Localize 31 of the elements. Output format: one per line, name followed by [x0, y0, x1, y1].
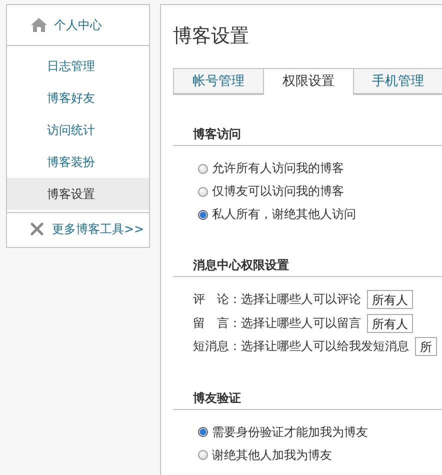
radio-label: 需要身份验证才能加我为博友: [212, 424, 368, 440]
sidebar-item[interactable]: 博客装扮: [7, 146, 149, 178]
home-icon: [30, 17, 48, 33]
section-title: 消息中心权限设置: [173, 257, 442, 277]
setting-label: 评 论：选择让哪些人可以评论: [193, 291, 361, 308]
tab[interactable]: 帐号管理: [173, 68, 263, 94]
section-title: 博客访问: [173, 126, 442, 146]
select-field[interactable]: 所有人: [367, 314, 413, 333]
radio-label: 允许所有人访问我的博客: [212, 160, 344, 177]
select-field[interactable]: 所: [415, 337, 437, 356]
radio-button[interactable]: [198, 450, 208, 460]
setting-label: 留 言：选择让哪些人可以留言: [193, 314, 361, 332]
radio-button[interactable]: [198, 164, 208, 174]
radio-label: 谢绝其他人加我为博友: [212, 446, 332, 464]
tab[interactable]: 权限设置: [263, 68, 353, 95]
radio-label: 私人所有，谢绝其他人访问: [212, 206, 356, 223]
radio-label: 仅博友可以访问我的博客: [212, 183, 344, 200]
page-title: 博客设置: [173, 24, 250, 49]
select-field[interactable]: 所有人: [367, 290, 413, 310]
radio-button[interactable]: [198, 210, 208, 220]
setting-label: 短消息：选择让哪些人可以给我发短消息: [193, 338, 409, 356]
sidebar-header-link[interactable]: 个人中心: [54, 16, 102, 34]
sidebar-item[interactable]: 博客设置: [7, 178, 149, 210]
sidebar-item[interactable]: 日志管理: [7, 50, 149, 82]
section-title: 博友验证: [173, 390, 442, 410]
sidebar-item[interactable]: 访问统计: [7, 114, 149, 146]
radio-button[interactable]: [198, 427, 208, 437]
more-tools-link[interactable]: 更多博客工具>>: [52, 220, 144, 238]
radio-button[interactable]: [198, 186, 208, 196]
sidebar-item[interactable]: 博客好友: [7, 82, 149, 114]
tab[interactable]: 手机管理: [353, 68, 442, 94]
